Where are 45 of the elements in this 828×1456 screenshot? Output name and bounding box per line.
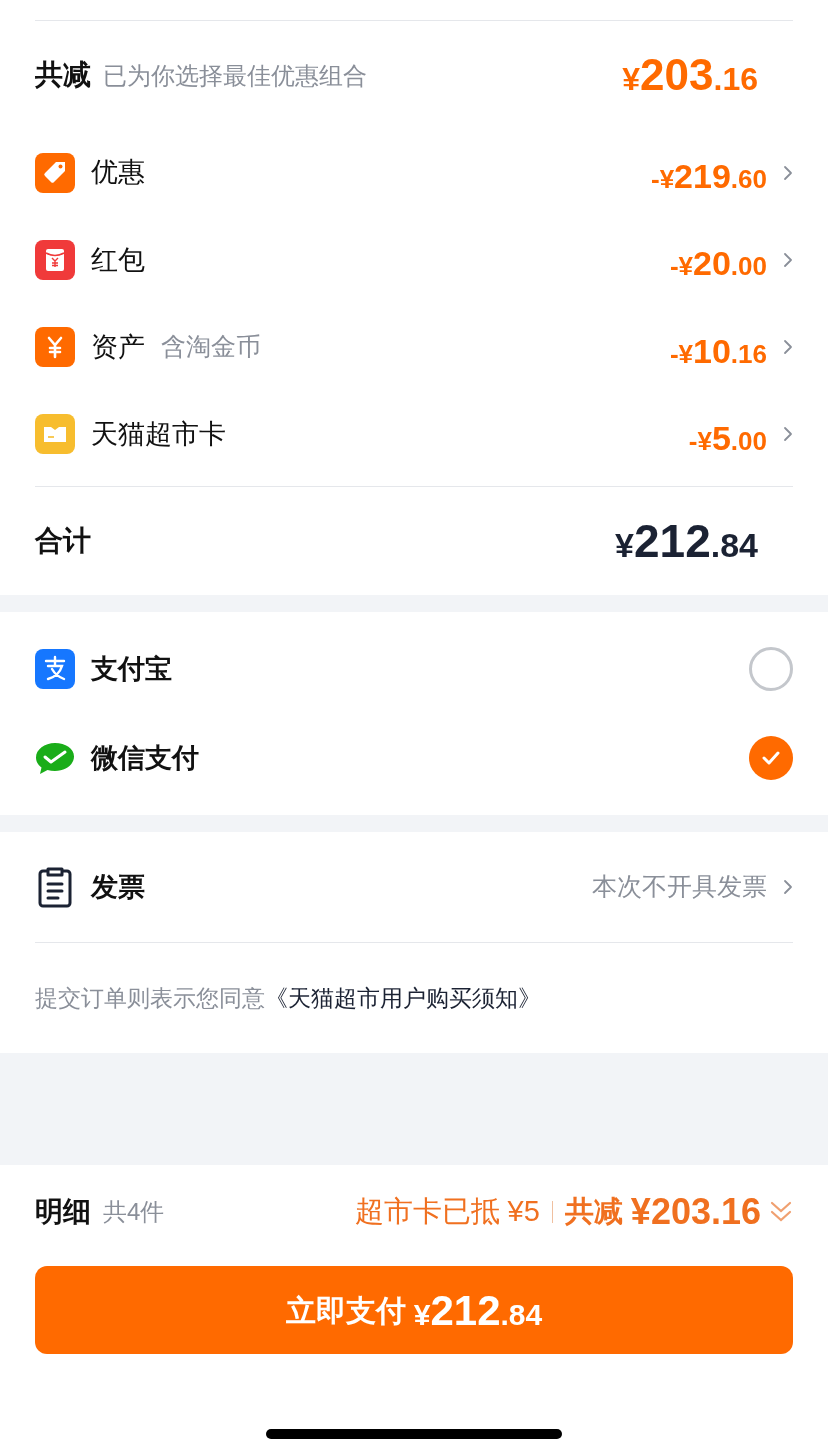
- discount-amount: -¥219.60: [651, 156, 767, 198]
- discount-amount: -¥5.00: [688, 417, 767, 459]
- selected-check-icon[interactable]: [749, 736, 793, 780]
- discount-label: 资产: [91, 330, 145, 364]
- summary-label: 共减: [35, 57, 91, 92]
- chevron-right-icon: [783, 164, 793, 181]
- summary-hint: 已为你选择最佳优惠组合: [103, 60, 367, 91]
- yen-icon: [35, 327, 75, 368]
- total-amount: ¥212.84: [615, 513, 758, 569]
- discount-note: 含淘金币: [161, 331, 261, 363]
- item-count: 共4件: [103, 1197, 165, 1227]
- card-icon: [35, 414, 75, 455]
- payment-label: 微信支付: [91, 741, 199, 775]
- discount-label: 天猫超市卡: [91, 418, 226, 452]
- agreement-text: 提交订单则表示您同意《天猫超市用户购买须知》: [35, 983, 541, 1013]
- chevron-right-icon: [783, 251, 793, 268]
- invoice-value: 本次不开具发票: [592, 871, 767, 903]
- discount-row[interactable]: 红包 -¥20.00: [35, 216, 793, 304]
- saving-label: 共减: [564, 1194, 623, 1230]
- payment-option[interactable]: 微信支付: [35, 713, 793, 803]
- total-label: 合计: [35, 524, 91, 559]
- payment-label: 支付宝: [91, 652, 172, 686]
- agreement-link[interactable]: 《天猫超市用户购买须知》: [265, 984, 541, 1011]
- discount-row[interactable]: 天猫超市卡 -¥5.00: [35, 390, 793, 479]
- invoice-row[interactable]: 发票 本次不开具发票: [35, 832, 793, 942]
- chevron-right-icon: [783, 426, 793, 443]
- wechat-pay-icon: [35, 741, 75, 775]
- discount-row[interactable]: 资产 含淘金币 -¥10.16: [35, 303, 793, 391]
- invoice-label: 发票: [91, 870, 145, 904]
- discount-row[interactable]: 优惠 -¥219.60: [35, 128, 793, 217]
- payment-option[interactable]: 支付宝: [35, 624, 793, 714]
- saving-amount: ¥203.16: [630, 1190, 761, 1234]
- chevron-right-icon: [783, 339, 793, 356]
- discount-amount: -¥20.00: [669, 243, 767, 285]
- alipay-icon: [35, 649, 75, 689]
- discount-label: 红包: [91, 243, 145, 277]
- chevron-right-icon: [783, 879, 793, 895]
- discount-amount: -¥10.16: [669, 330, 767, 372]
- envelope-icon: [35, 239, 75, 280]
- details-label: 明细: [35, 1195, 91, 1229]
- card-deduction: 超市卡已抵 ¥5: [354, 1194, 540, 1230]
- tag-icon: [35, 152, 75, 193]
- discount-label: 优惠: [91, 156, 145, 190]
- summary-amount: ¥203.16: [622, 48, 758, 101]
- radio-circle-icon[interactable]: [749, 647, 793, 691]
